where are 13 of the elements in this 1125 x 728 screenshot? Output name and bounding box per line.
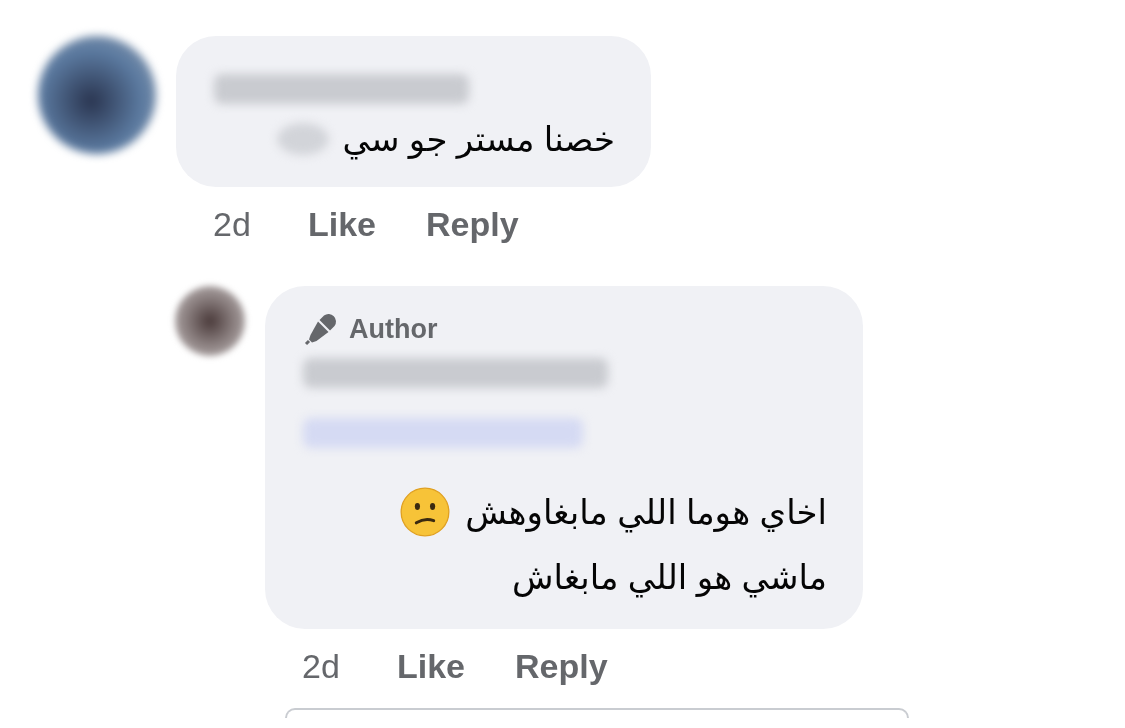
reply-link[interactable]: Reply: [515, 647, 608, 686]
like-link[interactable]: Like: [308, 205, 377, 244]
comment-text: اخاي هوما اللي مابغاوهش: [465, 492, 827, 535]
avatar: [175, 286, 245, 356]
timestamp: 2d: [213, 205, 252, 244]
comment-field[interactable]: [285, 708, 909, 718]
comment-text: خصنا مستر جو سي: [342, 119, 615, 162]
comment-text: ماشي هو اللي مابغاش: [512, 557, 827, 600]
like-link[interactable]: Like: [397, 647, 466, 686]
author-label: Author: [349, 313, 438, 345]
microphone-icon: [303, 311, 339, 347]
reply-link[interactable]: Reply: [426, 205, 519, 244]
timestamp: 2d: [302, 647, 341, 686]
